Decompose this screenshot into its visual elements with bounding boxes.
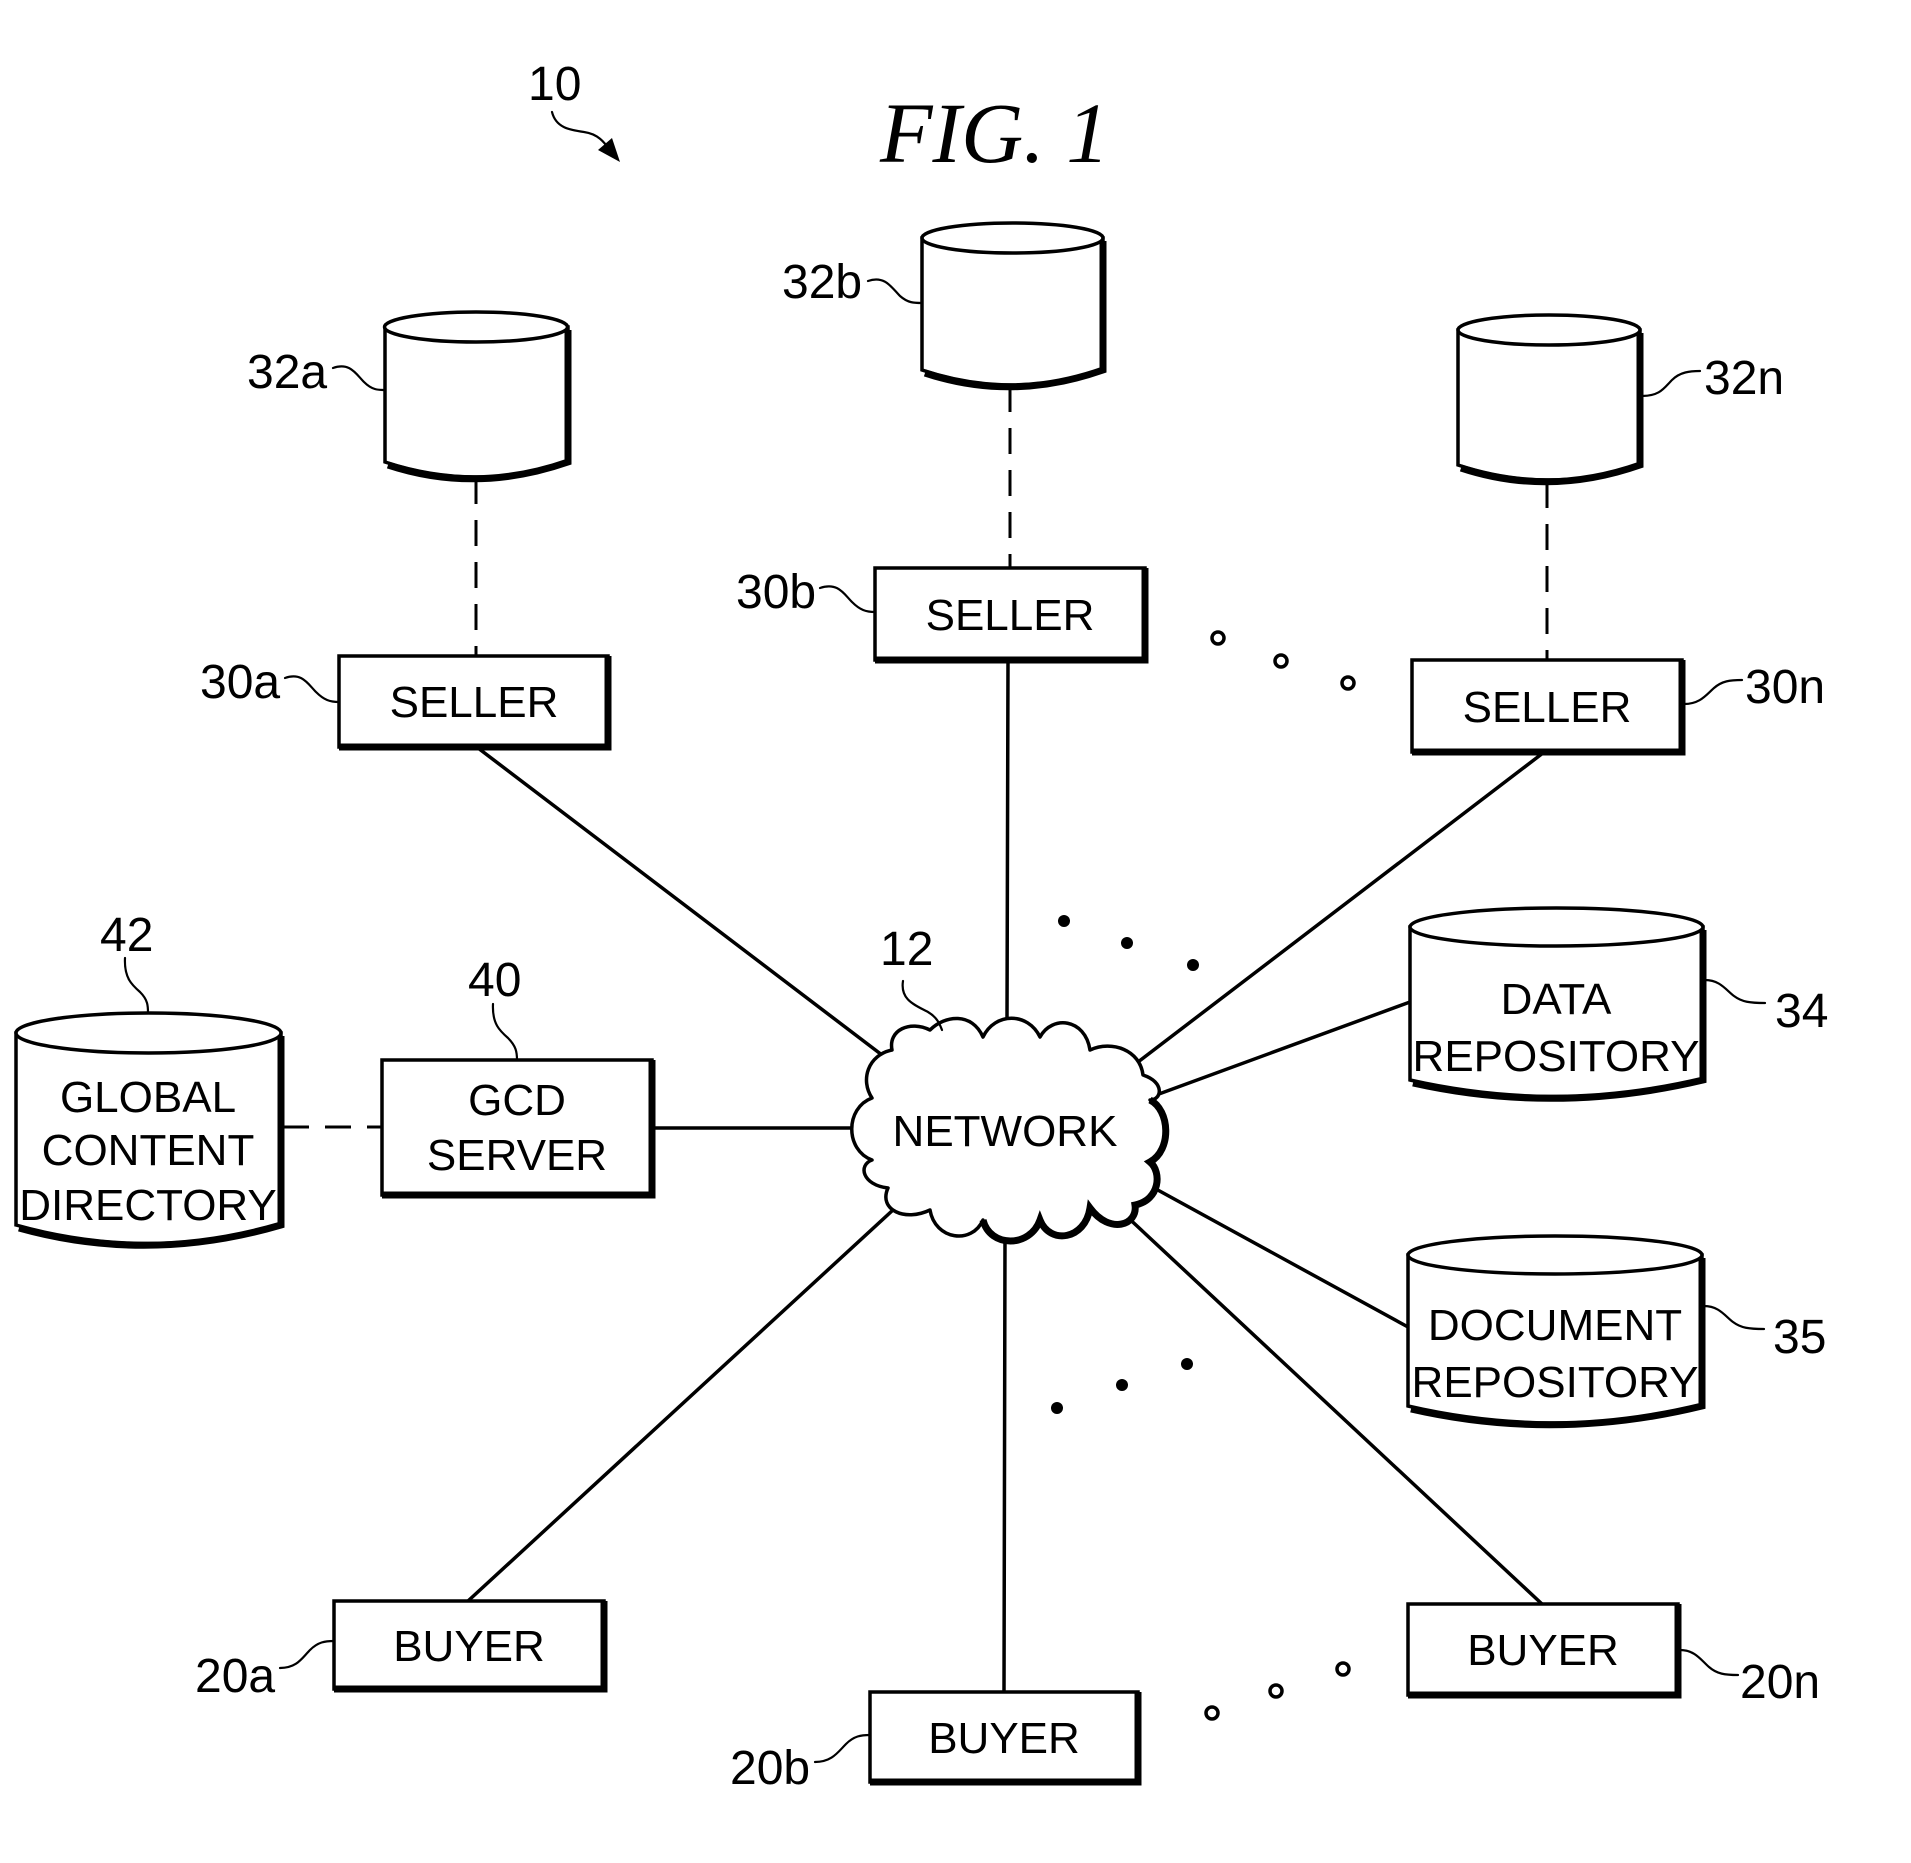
buyer-ellipsis-circles (1204, 1661, 1351, 1721)
ellipsis-dot (1181, 1358, 1193, 1370)
network-ref-leader (901, 979, 944, 1032)
buyer-20b-ref-label: 20b (730, 1742, 810, 1795)
link-document-repository (1143, 1181, 1410, 1329)
ellipsis-dot (1187, 959, 1199, 971)
database-32n (1456, 313, 1644, 486)
link-seller-30b (1005, 659, 1010, 1022)
ellipsis-circle (1335, 1661, 1351, 1677)
network-ref-label: 12 (880, 923, 933, 976)
seller-30n-ref-label: 30n (1745, 661, 1825, 714)
data-repository-ref-label: 34 (1775, 985, 1828, 1038)
buyer-20a: BUYER (332, 1599, 608, 1693)
ellipsis-circle (1210, 630, 1226, 646)
database-32b-ref-leader (866, 278, 924, 305)
network-label: NETWORK (893, 1107, 1118, 1156)
buyer-20n: BUYER (1406, 1602, 1682, 1699)
seller-30b-ref-leader (818, 585, 877, 614)
system-diagram: FIG. 1 10 GLOBAL CONTENT DIRECTORY DATA … (14, 58, 1828, 1795)
data-repository-label-line-2: REPOSITORY (1413, 1032, 1700, 1081)
buyer-20n-ref-label: 20n (1740, 1656, 1820, 1709)
buyer-20b-label: BUYER (928, 1714, 1080, 1763)
buyer-20b: BUYER (868, 1690, 1142, 1786)
seller-30b-label: SELLER (926, 591, 1095, 640)
figure-title: FIG. 1 (879, 85, 1109, 181)
document-repository: DOCUMENT REPOSITORY (1406, 1234, 1706, 1429)
gcd-server-label-line-2: SERVER (427, 1131, 607, 1180)
system-ref-label: 10 (528, 58, 581, 111)
ellipsis-dot (1116, 1379, 1128, 1391)
ellipsis-dot (1051, 1402, 1063, 1414)
database-32n-ref-leader (1640, 369, 1702, 398)
document-repository-label-line-1: DOCUMENT (1428, 1301, 1682, 1350)
gcd-server: GCD SERVER (380, 1058, 656, 1199)
network-cloud: NETWORK (850, 1016, 1170, 1245)
data-repository-label-line-1: DATA (1501, 975, 1612, 1024)
link-buyer-20a (466, 1208, 895, 1603)
database-32a-ref-label: 32a (247, 346, 327, 399)
buyer-20a-label: BUYER (393, 1622, 545, 1671)
seller-30a-label: SELLER (390, 678, 559, 727)
ellipsis-circle (1273, 653, 1289, 669)
document-repository-ref-label: 35 (1773, 1311, 1826, 1364)
buyer-20a-ref-label: 20a (195, 1650, 275, 1703)
document-repository-label-line-2: REPOSITORY (1412, 1358, 1699, 1407)
seller-30a-ref-label: 30a (200, 656, 280, 709)
gcd-server-ref-label: 40 (468, 954, 521, 1007)
gcd-directory-ref-leader (123, 956, 150, 1015)
gcd-directory-label-line-2: CONTENT (42, 1126, 255, 1175)
seller-30n-label: SELLER (1463, 683, 1632, 732)
seller-30b: SELLER (873, 566, 1149, 664)
global-content-directory: GLOBAL CONTENT DIRECTORY (14, 1011, 285, 1249)
data-repository: DATA REPOSITORY (1408, 906, 1707, 1102)
system-ref-arrow-icon (550, 110, 620, 162)
ellipsis-circle (1340, 675, 1356, 691)
gcd-directory-label-line-1: GLOBAL (60, 1073, 236, 1122)
database-32a-ref-leader (331, 365, 387, 392)
buyer-20n-label: BUYER (1467, 1626, 1619, 1675)
seller-30n-ref-leader (1682, 678, 1744, 706)
seller-30b-ref-label: 30b (736, 566, 816, 619)
gcd-directory-label-line-3: DIRECTORY (19, 1181, 277, 1230)
buyer-20b-ref-leader (813, 1733, 872, 1764)
database-32n-ref-label: 32n (1704, 352, 1784, 405)
seller-30a-ref-leader (283, 675, 341, 704)
gcd-directory-ref-label: 42 (100, 909, 153, 962)
database-32a (382, 310, 572, 483)
gcd-server-label-line-1: GCD (468, 1076, 566, 1125)
upper-ellipsis-dots (1058, 915, 1199, 971)
data-repository-ref-leader (1703, 978, 1767, 1005)
ellipsis-circle (1268, 1683, 1284, 1699)
ellipsis-dot (1121, 937, 1133, 949)
dashed-links (283, 386, 1549, 1129)
database-32b-ref-label: 32b (782, 256, 862, 309)
seller-30n: SELLER (1410, 658, 1686, 756)
ellipsis-circle (1204, 1705, 1220, 1721)
link-buyer-20b (1002, 1236, 1007, 1694)
document-repository-ref-leader (1702, 1304, 1766, 1331)
lower-ellipsis-dots (1051, 1358, 1193, 1414)
link-seller-30a (476, 746, 884, 1057)
link-data-repository (1146, 1000, 1412, 1100)
database-32b (920, 221, 1107, 391)
buyer-20n-ref-leader (1678, 1648, 1740, 1677)
buyer-20a-ref-leader (278, 1639, 336, 1670)
seller-30a: SELLER (337, 654, 612, 751)
gcd-server-ref-leader (491, 1002, 519, 1062)
ellipsis-dot (1058, 915, 1070, 927)
seller-ellipsis-circles (1210, 630, 1356, 691)
